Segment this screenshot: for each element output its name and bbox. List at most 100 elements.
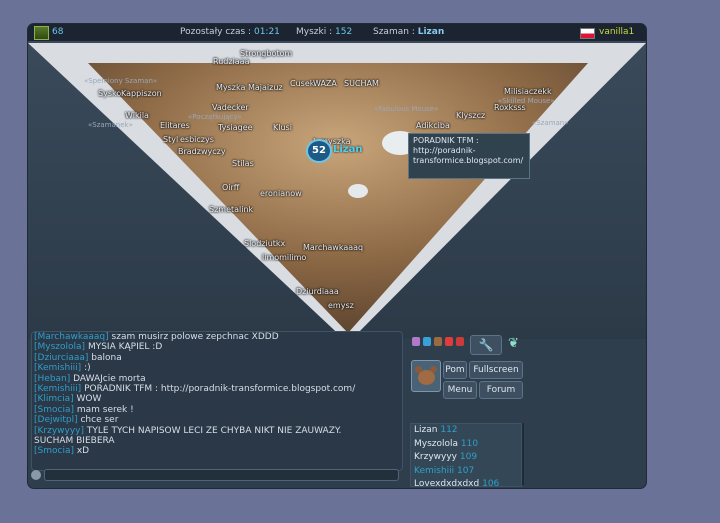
player-nickname: Slodziutkx — [244, 239, 286, 248]
forum-button[interactable]: Forum — [479, 381, 523, 399]
chat-message: [Kemishiii] :) — [32, 363, 402, 373]
avatar-head — [418, 370, 435, 385]
player-list[interactable]: Lizan 112 Myszolola 110 Krzywyyy 109 Kemish… — [410, 423, 522, 487]
wrench-icon[interactable]: 🔧 — [470, 335, 502, 355]
chat-text: WOW — [76, 394, 102, 405]
player-nickname: WAZA — [313, 79, 337, 88]
chat-author[interactable]: [Krzywyyy] — [34, 426, 84, 436]
shaman-nametag: Lizan — [333, 144, 363, 155]
chat-log[interactable]: [Marchawkaaaq] szam musirz polowe zepchn… — [31, 331, 403, 471]
menu-button[interactable]: Menu — [443, 381, 477, 399]
chat-text: PORADNIK TFM : http://poradnik-transform… — [84, 384, 356, 395]
player-row[interactable]: Kemishiii 107 — [411, 465, 521, 479]
player-row[interactable]: Lovexdxdxdxd 106 — [411, 478, 521, 487]
player-nickname: Stilas — [232, 159, 254, 168]
shaman-level-badge: 52 — [306, 139, 332, 163]
emote-icon[interactable] — [423, 337, 431, 346]
chat-author[interactable]: [Heban] — [34, 374, 70, 384]
chat-author[interactable]: [Kemishiii] — [34, 384, 81, 394]
chat-message: [Smocia] xD — [32, 446, 402, 456]
player-nickname: Bradzwyczy — [178, 147, 226, 156]
chat-text: :) — [84, 363, 91, 374]
player-nickname: eronianow — [260, 189, 302, 198]
player-title: «Skilled Mouse» — [498, 97, 555, 105]
chat-text: DAWAJcie morta — [73, 373, 146, 384]
game-window: 68 Pozostały czas : 01:21 Myszki : 152 S… — [28, 24, 646, 488]
player-name: Myszolola — [414, 438, 459, 449]
player-nickname: Rudziaaa — [213, 57, 250, 66]
emote-icon[interactable] — [434, 337, 442, 346]
player-nickname: emysz — [328, 301, 354, 310]
player-name: Krzywyyy — [414, 452, 457, 463]
player-score: 106 — [482, 479, 500, 487]
globe-icon[interactable] — [31, 470, 41, 480]
chat-author[interactable]: [Marchawkaaaq] — [34, 332, 109, 342]
pom-button[interactable]: Pom — [443, 361, 467, 379]
chat-message: [Heban] DAWAJcie morta — [32, 374, 402, 384]
chat-message: [Kemishiii] PORADNIK TFM : http://poradn… — [32, 384, 402, 394]
player-nickname: Adikciba — [416, 121, 450, 130]
player-nickname: Tysiagee — [218, 123, 253, 132]
player-nickname: limomilimo — [262, 253, 307, 262]
chat-author[interactable]: [Dejwitpl] — [34, 415, 78, 425]
side-panel: 🔧 ❦ Pom Fullscreen Menu Forum Lizan 112 M… — [408, 333, 524, 487]
game-map[interactable]: Strongbotom Rudziaaa Myszka Majaizuz Cusek WA… — [28, 41, 646, 339]
fullscreen-button[interactable]: Fullscreen — [469, 361, 523, 379]
player-nickname: Styl — [163, 135, 179, 144]
chat-author[interactable]: [Myszolola] — [34, 342, 85, 352]
player-nickname: Elitares — [160, 121, 190, 130]
player-score: 107 — [457, 465, 475, 476]
chat-author[interactable]: [Dziurciaaa] — [34, 353, 88, 363]
player-nickname: Sysko — [98, 89, 122, 98]
player-row[interactable]: Krzywyyy 109 — [411, 451, 521, 465]
player-name: Lovexdxdxdxd — [414, 479, 480, 487]
chat-message: [Klimcia] WOW — [32, 394, 402, 404]
player-nickname: Milisiaczekk — [504, 87, 552, 96]
mice-value: 152 — [335, 27, 353, 37]
player-nickname: Szmetalink — [209, 205, 254, 214]
emote-icon[interactable] — [445, 337, 453, 346]
player-score: 112 — [440, 425, 458, 435]
player-row[interactable]: Lizan 112 — [411, 424, 521, 438]
player-score: 109 — [459, 452, 478, 463]
scrollbar[interactable] — [522, 423, 524, 485]
player-title: «Spełniony Szaman» — [84, 77, 158, 85]
emote-icon[interactable] — [456, 337, 464, 346]
chat-text: szam musirz polowe zepchnac XDDD — [111, 332, 279, 342]
shaman-label: Szaman : — [373, 27, 415, 37]
level-value: 68 — [52, 27, 64, 37]
chat-author[interactable]: [Smocia] — [34, 405, 74, 415]
chat-message: [Myszolola] MYSIA KĄPIEL :D — [32, 342, 402, 352]
chat-input-row — [31, 469, 401, 483]
chat-author[interactable]: [Klimcia] — [34, 394, 74, 404]
chat-message: [Marchawkaaaq] szam musirz polowe zepchn… — [32, 332, 402, 342]
feather-icon[interactable]: ❦ — [508, 336, 519, 351]
cloud-object-small — [348, 184, 368, 198]
player-nickname: Cusek — [290, 79, 315, 88]
player-nickname: esbiczys — [180, 135, 214, 144]
player-nickname: Vadecker — [212, 103, 249, 112]
player-nickname: Marchawkaaaq — [303, 243, 364, 252]
poland-flag-icon — [580, 28, 595, 39]
chat-author[interactable]: [Kemishiii] — [34, 363, 81, 373]
chat-text: balona — [91, 352, 122, 363]
player-nickname: SUCHAM — [344, 79, 379, 88]
player-row[interactable]: Myszolola 110 — [411, 438, 521, 452]
player-nickname: Wikila — [125, 111, 149, 120]
chat-message: SUCHAM BIEBERA — [32, 436, 402, 446]
tooltip-line: http://poradnik- — [413, 146, 476, 155]
tooltip-line: transformice.blogspot.com/ — [413, 156, 524, 165]
chat-text: SUCHAM BIEBERA — [34, 436, 115, 447]
emote-icon[interactable] — [412, 337, 420, 346]
player-name: Kemishiii — [414, 465, 455, 476]
chat-message: [Dejwitpl] chce ser — [32, 415, 402, 425]
player-nickname: Myszka — [216, 83, 246, 92]
player-nickname: Klusi — [273, 123, 292, 132]
player-nickname: Dziurdiaaa — [296, 287, 339, 296]
time-remaining: Pozostały czas : 01:21 — [180, 27, 280, 37]
chat-input[interactable] — [44, 469, 399, 481]
avatar[interactable] — [411, 360, 441, 392]
player-score: 110 — [460, 438, 479, 449]
chat-message: [Krzywyyy] TYLE TYCH NAPISOW LECI ZE CHY… — [32, 426, 402, 436]
chat-author[interactable]: [Smocia] — [34, 446, 74, 456]
